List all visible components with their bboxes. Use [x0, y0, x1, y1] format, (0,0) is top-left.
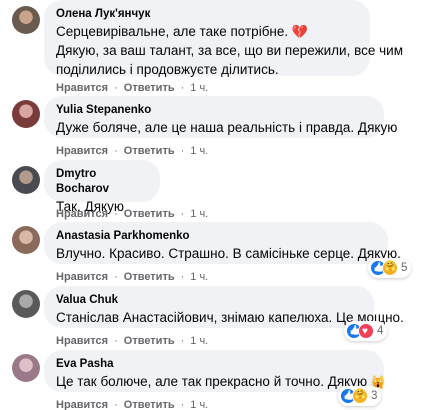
reaction-count: 4 [377, 325, 384, 337]
comment-text-line: поділились і продовжуєте ділитись. [56, 62, 279, 77]
like-button[interactable]: Нравится [56, 82, 108, 94]
reply-button[interactable]: Ответить [124, 208, 175, 220]
comment-author[interactable]: Eva Pasha [56, 357, 372, 372]
avatar[interactable] [12, 166, 40, 194]
reply-button[interactable]: Ответить [124, 82, 175, 94]
timestamp[interactable]: 1 ч. [190, 399, 208, 410]
like-button[interactable]: Нравится [56, 208, 108, 220]
comment-text-line: Дуже боляче, але це наша реальність і пр… [56, 120, 398, 135]
reaction-summary[interactable]: 3 [338, 386, 382, 406]
avatar[interactable] [12, 6, 40, 34]
comment-text-line: Це так болюче, але так прекрасно й точно… [56, 374, 386, 389]
comment-text-line: Серцевирівальне, але таке потрібне. 💔 [56, 24, 309, 39]
comment-bubble: Dmytro Bocharov Так. Дякую [44, 160, 160, 214]
comment-bubble: Yulia Stepanenko Дуже боляче, але це наш… [44, 96, 398, 138]
comment-actions: Нравится · Ответить · 1 ч. [56, 82, 209, 94]
comment-bubble: Eva Pasha Це так болюче, але так прекрас… [44, 350, 386, 392]
reaction-count: 5 [401, 262, 408, 274]
comment-actions: Нравится · Ответить · 1 ч. [56, 399, 209, 410]
avatar[interactable] [12, 100, 40, 128]
reply-button[interactable]: Ответить [124, 271, 175, 283]
comment-author[interactable]: Олена Лук'янчук [56, 7, 358, 22]
comment-actions: Нравится · Ответить · 1 ч. [56, 208, 209, 220]
comment-author[interactable]: Yulia Stepanenko [56, 103, 372, 118]
timestamp[interactable]: 1 ч. [190, 335, 208, 347]
reaction-summary[interactable]: 4 [344, 321, 388, 341]
avatar[interactable] [12, 290, 40, 318]
reply-button[interactable]: Ответить [124, 335, 175, 347]
comment-author[interactable]: Valua Chuk [56, 293, 362, 308]
comment-actions: Нравится · Ответить · 1 ч. [56, 335, 209, 347]
reaction-count: 3 [371, 390, 378, 402]
reply-button[interactable]: Ответить [124, 145, 175, 157]
care-reaction-icon [382, 260, 398, 276]
comment-actions: Нравится · Ответить · 1 ч. [56, 271, 209, 283]
comment-text-line: Влучно. Красиво. Страшно. В самісіньке с… [56, 246, 401, 261]
like-button[interactable]: Нравится [56, 335, 108, 347]
timestamp[interactable]: 1 ч. [190, 82, 208, 94]
like-button[interactable]: Нравится [56, 399, 108, 410]
comment-bubble: Олена Лук'янчук Серцевирівальне, але так… [44, 0, 403, 77]
comment-bubble: Anastasia Parkhomenko Влучно. Красиво. С… [44, 222, 401, 264]
avatar[interactable] [12, 354, 40, 382]
reaction-summary[interactable]: 5 [368, 258, 412, 278]
avatar[interactable] [12, 226, 40, 254]
like-button[interactable]: Нравится [56, 145, 108, 157]
comment-author[interactable]: Anastasia Parkhomenko [56, 229, 376, 244]
timestamp[interactable]: 1 ч. [190, 208, 208, 220]
timestamp[interactable]: 1 ч. [190, 145, 208, 157]
comment-text-line: Дякую, за ваш талант, за все, що ви пере… [56, 43, 403, 58]
comment-bubble: Valua Chuk Станіслав Анастасійович, знім… [44, 286, 404, 328]
comment-text-line: Станіслав Анастасійович, знімаю капелюха… [56, 310, 404, 325]
broken-heart-icon: 💔 [291, 24, 309, 39]
love-reaction-icon [358, 323, 374, 339]
care-reaction-icon [352, 388, 368, 404]
comment-actions: Нравится · Ответить · 1 ч. [56, 145, 209, 157]
timestamp[interactable]: 1 ч. [190, 271, 208, 283]
comment-author[interactable]: Dmytro Bocharov [56, 167, 148, 197]
like-button[interactable]: Нравится [56, 271, 108, 283]
reply-button[interactable]: Ответить [124, 399, 175, 410]
